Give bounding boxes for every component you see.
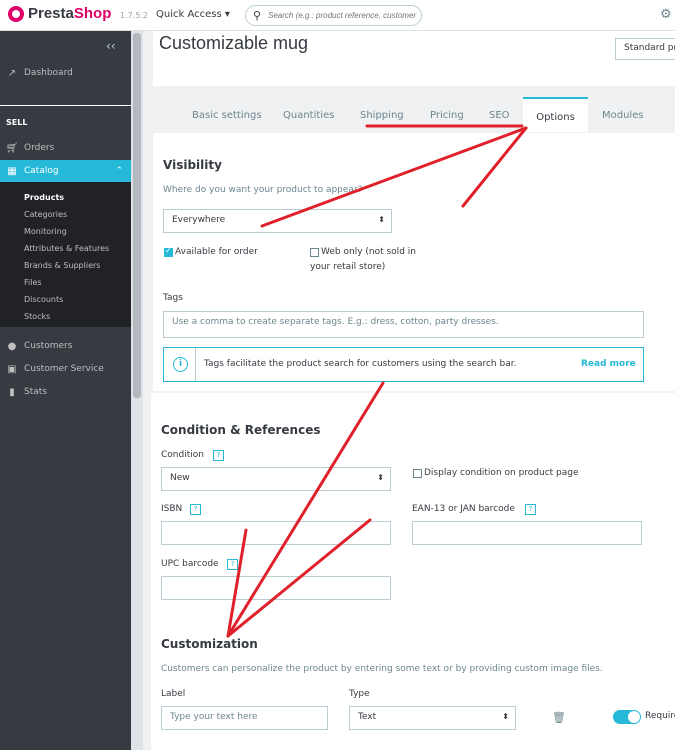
web-only-checkbox[interactable] [310, 248, 319, 257]
sidebar-item-monitoring[interactable]: Monitoring [24, 227, 67, 236]
collapse-sidebar-icon[interactable]: ‹‹ [106, 39, 116, 53]
info-icon: i [173, 357, 188, 372]
help-icon[interactable]: ? [525, 504, 536, 515]
sidebar-item-discounts[interactable]: Discounts [24, 295, 63, 304]
ean-input[interactable] [412, 521, 642, 545]
tab-seo[interactable]: SEO [489, 110, 510, 121]
display-condition-checkbox[interactable] [413, 469, 422, 478]
customization-label-header: Label [161, 689, 186, 699]
sidebar-item-customer-service[interactable]: ▣ Customer Service [0, 358, 131, 380]
sidebar-item-orders[interactable]: 🛒︎ Orders [0, 137, 131, 159]
web-only-label-line2: your retail store) [310, 262, 386, 272]
cart-icon: 🛒︎ [5, 142, 19, 154]
condition-label: Condition [161, 450, 204, 460]
tab-modules[interactable]: Modules [602, 110, 644, 121]
read-more-link[interactable]: Read more [581, 359, 636, 369]
tags-info-text: Tags facilitate the product search for c… [204, 359, 517, 369]
condition-panel [151, 393, 675, 750]
sidebar-item-dashboard[interactable]: ↗ Dashboard [0, 62, 131, 84]
select-caret-icon: ⬍ [377, 473, 384, 482]
upc-input[interactable] [161, 576, 391, 600]
sidebar-item-attributes-features[interactable]: Attributes & Features [24, 244, 109, 253]
upc-label: UPC barcode [161, 559, 219, 569]
tags-input[interactable]: Use a comma to create separate tags. E.g… [163, 311, 644, 338]
search-input[interactable] [268, 8, 418, 23]
customization-label-input[interactable]: Type your text here [161, 706, 328, 730]
tags-info-alert: i Tags facilitate the product search for… [163, 347, 644, 382]
sidebar: ‹‹ ↗ Dashboard SELL 🛒︎ Orders ▦ Catalog ⌃ P… [0, 31, 131, 750]
search-box[interactable]: ⚲ [245, 5, 422, 26]
tab-shipping[interactable]: Shipping [360, 110, 404, 121]
tab-basic-settings[interactable]: Basic settings [192, 110, 262, 121]
top-bar: PrestaShop 1.7.5.2 Quick Access ▾ ⚲ ⚙ [0, 0, 675, 31]
customization-title: Customization [161, 637, 258, 651]
caret-down-icon: ▾ [224, 9, 230, 20]
prestashop-logo[interactable]: PrestaShop [8, 5, 111, 22]
search-icon: ⚲ [253, 9, 262, 22]
isbn-label: ISBN [161, 504, 183, 514]
sidebar-item-stats[interactable]: ▮ Stats [0, 381, 131, 403]
tab-pricing[interactable]: Pricing [430, 110, 464, 121]
available-for-order-label: Available for order [175, 247, 258, 257]
trend-icon: ↗ [7, 67, 17, 79]
visibility-title: Visibility [163, 158, 222, 172]
sidebar-section-sell: SELL [6, 118, 28, 127]
sidebar-item-categories[interactable]: Categories [24, 210, 67, 219]
sidebar-item-products[interactable]: Products [24, 193, 64, 202]
customization-description: Customers can personalize the product by… [161, 664, 603, 674]
product-header: Customizable mug Standard pr [153, 31, 675, 86]
condition-title: Condition & References [161, 423, 321, 437]
chat-icon: ▣ [7, 363, 17, 375]
sidebar-item-stocks[interactable]: Stocks [24, 312, 50, 321]
condition-select[interactable]: New ⬍ [161, 467, 391, 491]
ean-label: EAN-13 or JAN barcode [412, 504, 515, 514]
isbn-input[interactable] [161, 521, 391, 545]
user-icon: ● [7, 340, 17, 352]
product-type-select[interactable]: Standard pr [615, 38, 675, 60]
required-label: Required [645, 711, 675, 721]
product-tabs: Basic settings Quantities Shipping Prici… [143, 88, 675, 132]
select-caret-icon: ⬍ [502, 712, 509, 721]
required-toggle[interactable] [613, 710, 641, 724]
select-caret-icon: ⬍ [378, 215, 385, 224]
gear-icon[interactable]: ⚙ [660, 7, 672, 22]
help-icon[interactable]: ? [227, 559, 238, 570]
sidebar-item-customers[interactable]: ● Customers [0, 335, 131, 357]
display-condition-label: Display condition on product page [424, 468, 579, 478]
main-content: Customizable mug Standard pr Basic setti… [143, 31, 675, 750]
store-icon: ▦ [7, 165, 17, 177]
visibility-select[interactable]: Everywhere ⬍ [163, 209, 392, 233]
web-only-label: Web only (not sold in [321, 247, 416, 257]
chevron-up-icon: ⌃ [115, 166, 123, 176]
customization-type-select[interactable]: Text ⬍ [349, 706, 516, 730]
sidebar-item-catalog[interactable]: ▦ Catalog ⌃ [0, 160, 131, 182]
prestashop-logo-icon [8, 5, 24, 22]
help-icon[interactable]: ? [190, 504, 201, 515]
tags-label: Tags [163, 293, 183, 303]
sidebar-item-brands-suppliers[interactable]: Brands & Suppliers [24, 261, 100, 270]
version-label: 1.7.5.2 [120, 11, 148, 20]
tab-quantities[interactable]: Quantities [283, 110, 334, 121]
help-icon[interactable]: ? [213, 450, 224, 461]
sidebar-divider [0, 105, 131, 106]
available-for-order-checkbox[interactable] [164, 246, 173, 257]
customization-type-header: Type [349, 689, 370, 699]
catalog-submenu: Products Categories Monitoring Attribute… [0, 182, 131, 327]
quick-access-dropdown[interactable]: Quick Access ▾ [156, 9, 230, 20]
trash-icon[interactable]: 🗑︎ [552, 711, 566, 724]
tab-options[interactable]: Options [523, 97, 588, 132]
sidebar-item-files[interactable]: Files [24, 278, 42, 287]
sidebar-scrollbar-thumb[interactable] [133, 33, 141, 398]
visibility-question: Where do you want your product to appear… [163, 185, 363, 195]
bar-chart-icon: ▮ [9, 386, 15, 398]
page-title: Customizable mug [159, 33, 309, 53]
